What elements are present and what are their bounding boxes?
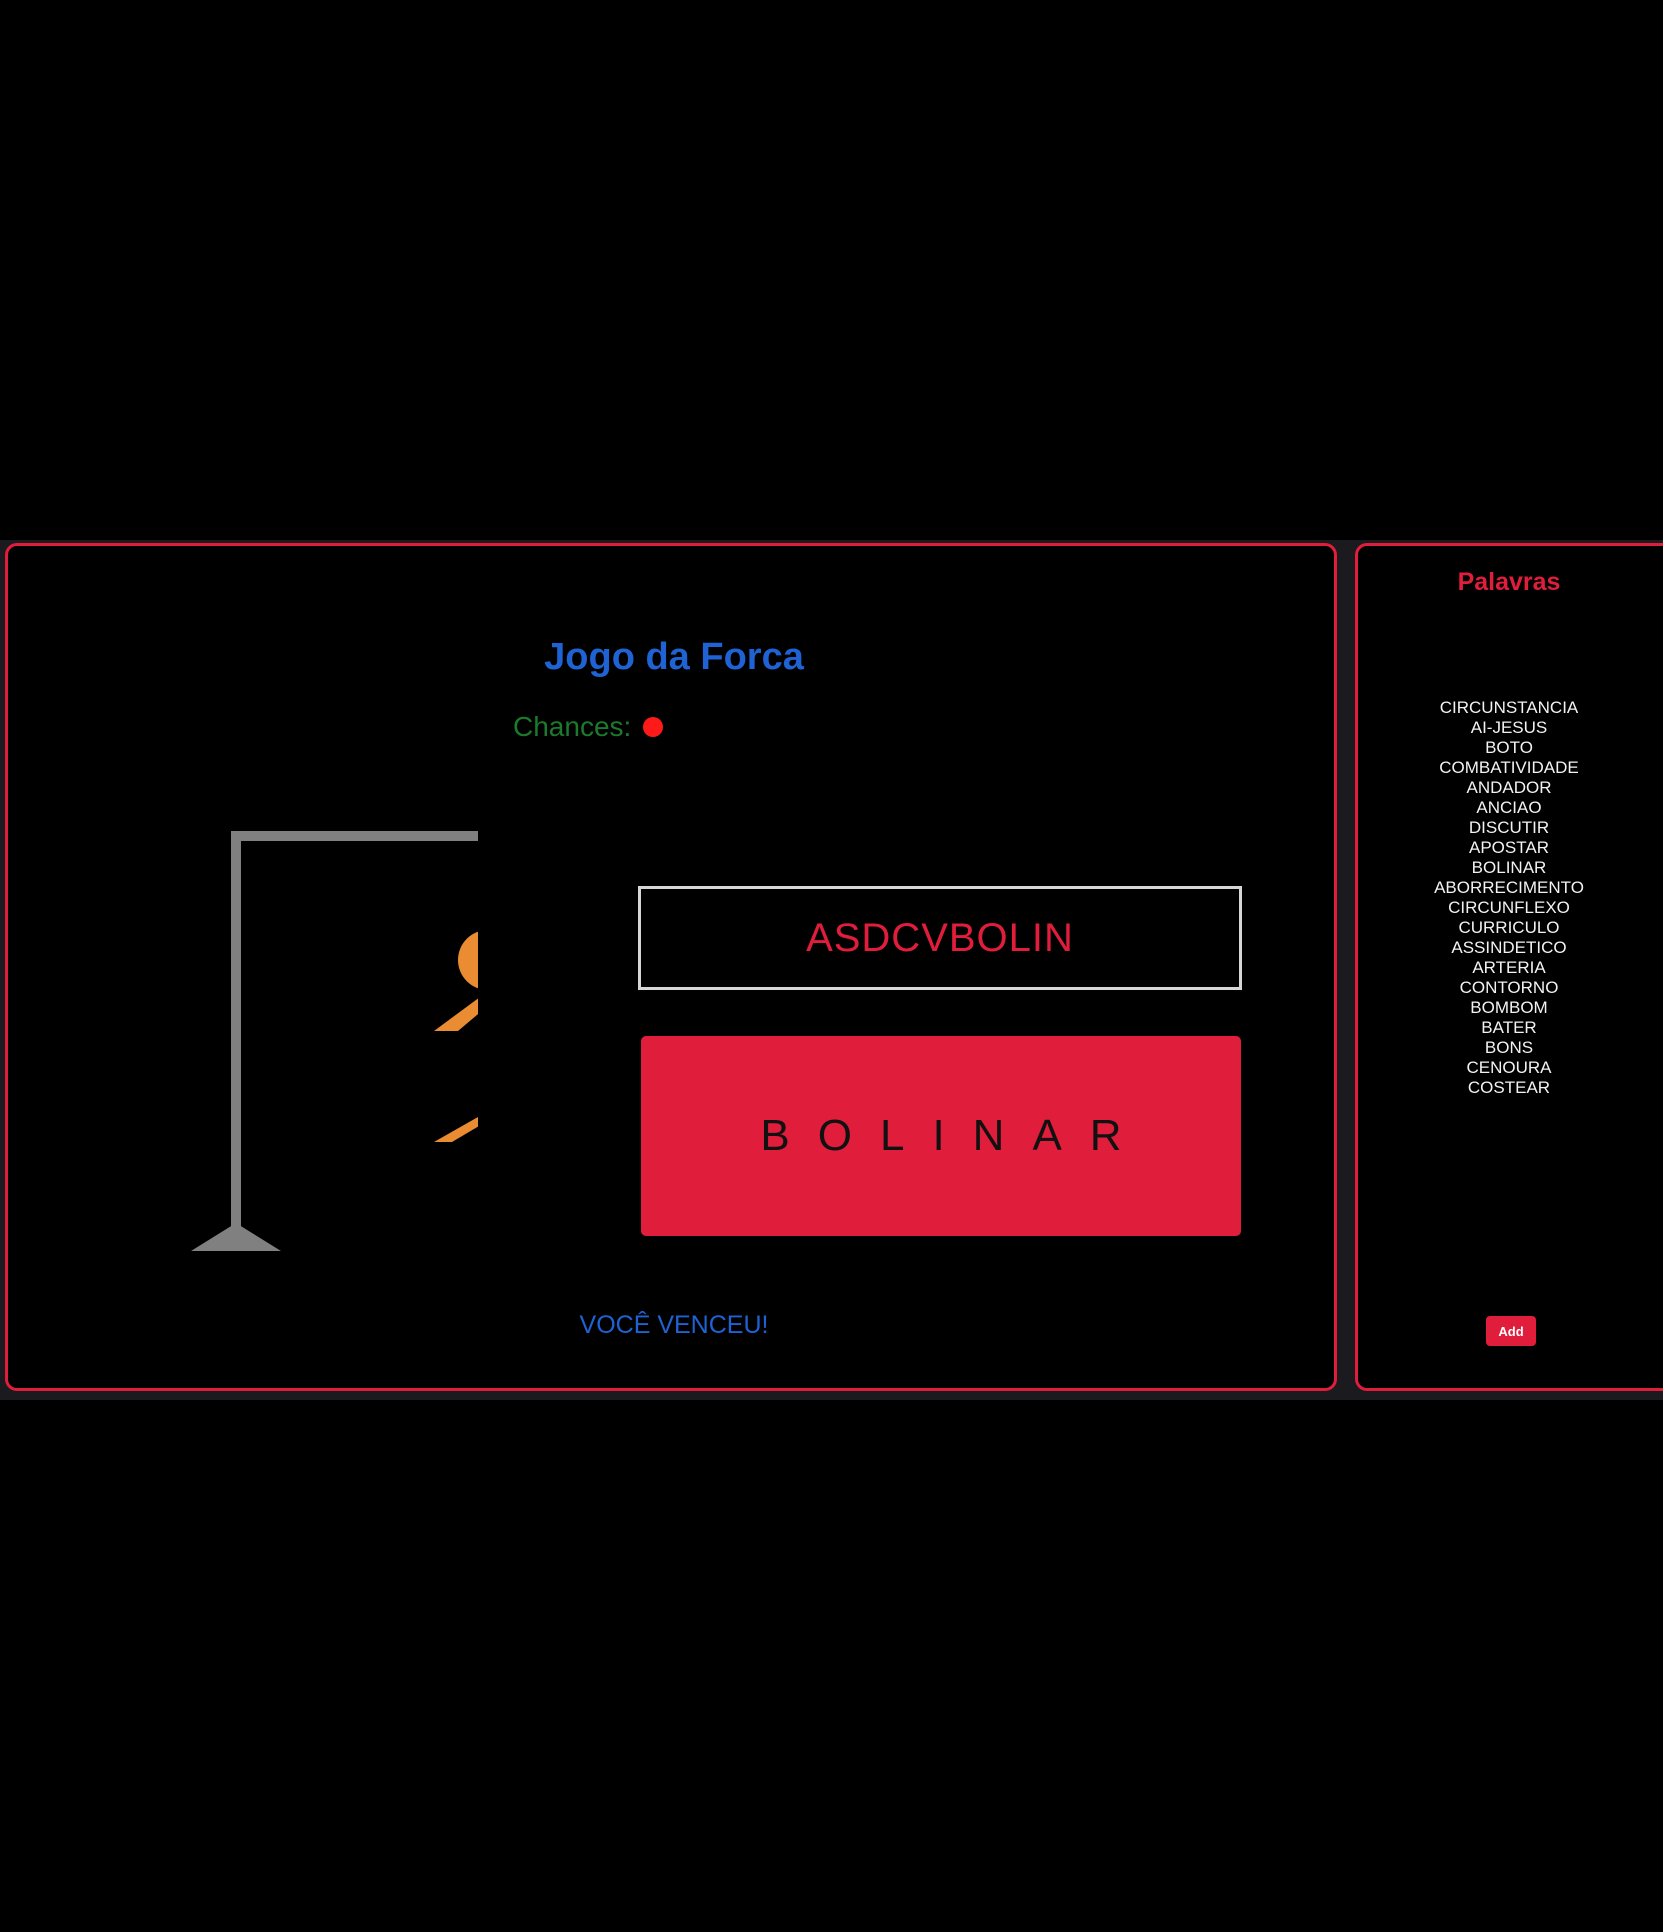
words-panel: Palavras CIRCUNSTANCIA AI-JESUS BOTO COMBAT… <box>1355 543 1663 1391</box>
word-list-item: CONTORNO <box>1459 978 1559 997</box>
word-list-item: CIRCUNSTANCIA <box>1439 698 1579 717</box>
hangman-drawing <box>191 831 478 1251</box>
word-list-item: BOMBOM <box>1470 998 1548 1017</box>
word-list-item: BATER <box>1481 1018 1537 1037</box>
word-list-item: COSTEAR <box>1467 1078 1551 1097</box>
words-panel-title: Palavras <box>1457 568 1561 596</box>
chances-indicator: Chances: <box>513 711 664 743</box>
gallows <box>191 831 478 1251</box>
chance-dot <box>643 717 664 737</box>
word-list-item: BONS <box>1484 1038 1534 1057</box>
word-list-item: ANDADOR <box>1466 778 1552 797</box>
word-list-item: ASSINDETICO <box>1451 938 1567 957</box>
word-list-item: ANCIAO <box>1476 798 1542 817</box>
word-list: CIRCUNSTANCIA AI-JESUS BOTO COMBATIVIDADE AN… <box>1358 698 1660 1098</box>
figure-left-leg <box>434 1116 478 1142</box>
gallows-post <box>231 831 241 1236</box>
game-title: Jogo da Forca <box>544 636 804 678</box>
game-panel: Jogo da Forca Chances: ASDCVBOLIN BOLINA… <box>5 543 1337 1391</box>
word-list-item: DISCUTIR <box>1468 818 1550 837</box>
word-list-item: ARTERIA <box>1472 958 1546 977</box>
result-message: VOCÊ VENCEU! <box>579 1311 769 1339</box>
word-list-item: ABORRECIMENTO <box>1434 878 1584 897</box>
game-stage: Jogo da Forca Chances: ASDCVBOLIN BOLINA… <box>0 540 1663 1400</box>
chances-label: Chances: <box>513 711 632 742</box>
word-list-item: BOLINAR <box>1471 858 1547 877</box>
figure-left-arm <box>434 998 478 1031</box>
figure-head <box>458 931 478 989</box>
word-list-item: BOTO <box>1485 738 1533 757</box>
gallows-base <box>191 1223 281 1251</box>
add-word-button[interactable]: Add <box>1486 1316 1536 1346</box>
word-list-item: COMBATIVIDADE <box>1439 758 1579 777</box>
guessed-letters-box: ASDCVBOLIN <box>638 886 1242 990</box>
word-list-item: CURRICULO <box>1458 918 1560 937</box>
hanged-figure <box>434 931 478 1142</box>
word-list-item: APOSTAR <box>1469 838 1549 857</box>
word-list-item: AI-JESUS <box>1470 718 1548 737</box>
gallows-beam <box>231 831 478 841</box>
word-list-item: CENOURA <box>1466 1058 1552 1077</box>
revealed-word-box: BOLINAR <box>641 1036 1241 1236</box>
word-list-item: CIRCUNFLEXO <box>1448 898 1570 917</box>
